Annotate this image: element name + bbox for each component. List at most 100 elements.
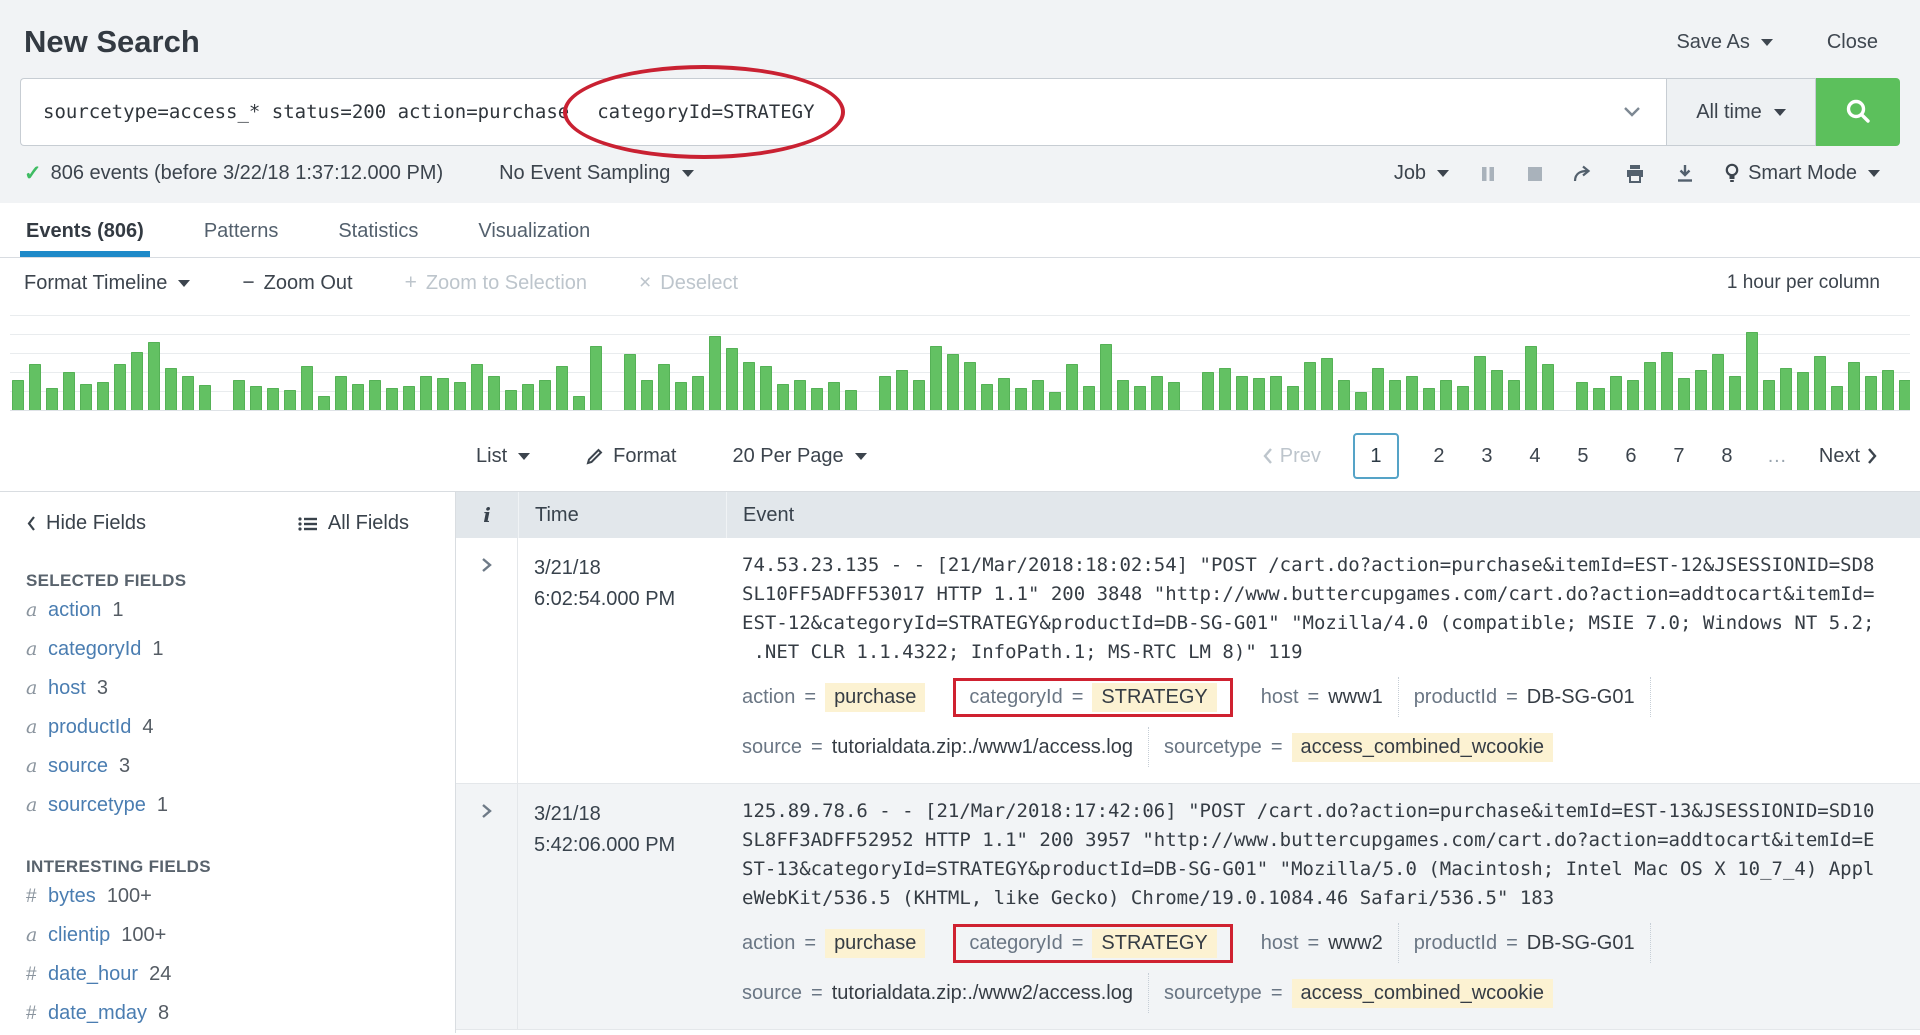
job-menu-button[interactable]: Job <box>1394 162 1449 185</box>
field-value-link[interactable]: DB-SG-G01 <box>1527 932 1635 955</box>
histogram-bar[interactable] <box>1406 376 1418 410</box>
export-download-icon[interactable] <box>1675 164 1695 183</box>
next-page-button[interactable]: Next <box>1819 445 1878 468</box>
field-value-link[interactable]: DB-SG-G01 <box>1527 686 1635 709</box>
histogram-bar[interactable] <box>1797 372 1809 410</box>
histogram-bar[interactable] <box>1746 332 1758 410</box>
histogram-bar[interactable] <box>794 380 806 410</box>
field-name-link[interactable]: action <box>742 932 795 955</box>
histogram-bar[interactable] <box>1015 388 1027 410</box>
histogram-bar[interactable] <box>29 364 41 410</box>
histogram-bar[interactable] <box>148 342 160 410</box>
histogram-bar[interactable] <box>420 376 432 410</box>
histogram-bar[interactable] <box>1627 380 1639 410</box>
page-link-5[interactable]: 5 <box>1575 445 1591 468</box>
histogram-bar[interactable] <box>590 346 602 410</box>
field-item-date-mday[interactable]: #date_mday8 <box>26 994 455 1033</box>
stop-job-icon[interactable] <box>1527 166 1543 182</box>
field-value-link[interactable]: www1 <box>1328 686 1382 709</box>
field-item-productid[interactable]: aproductId4 <box>26 708 455 747</box>
histogram-bar[interactable] <box>1814 356 1826 410</box>
histogram-bar[interactable] <box>1287 386 1299 410</box>
field-value-link[interactable]: access_combined_wcookie <box>1292 979 1553 1008</box>
field-name-link[interactable]: source <box>742 736 802 759</box>
tab-events-806[interactable]: Events (806) <box>20 203 150 257</box>
field-value-link[interactable]: access_combined_wcookie <box>1292 733 1553 762</box>
histogram-bar[interactable] <box>1066 364 1078 410</box>
histogram-bar[interactable] <box>267 388 279 410</box>
field-name-link[interactable]: sourcetype <box>1164 982 1262 1005</box>
page-current[interactable]: 1 <box>1353 433 1399 479</box>
histogram-bar[interactable] <box>743 362 755 410</box>
field-item-clientip[interactable]: aclientip100+ <box>26 916 455 955</box>
histogram-bar[interactable] <box>471 364 483 410</box>
event-sampling-dropdown[interactable]: No Event Sampling <box>499 162 694 185</box>
field-name-link[interactable]: productId <box>1414 686 1497 709</box>
histogram-bar[interactable] <box>573 396 585 410</box>
field-item-source[interactable]: asource3 <box>26 747 455 786</box>
histogram-bar[interactable] <box>964 362 976 410</box>
histogram-bar[interactable] <box>250 386 262 410</box>
page-link-7[interactable]: 7 <box>1671 445 1687 468</box>
histogram-bar[interactable] <box>1321 358 1333 410</box>
share-icon[interactable] <box>1573 165 1595 183</box>
histogram-bar[interactable] <box>505 390 517 410</box>
histogram-bar[interactable] <box>63 372 75 410</box>
field-name-link[interactable]: sourcetype <box>1164 736 1262 759</box>
histogram-bar[interactable] <box>726 348 738 410</box>
histogram-bar[interactable] <box>488 376 500 410</box>
histogram-bar[interactable] <box>522 384 534 410</box>
histogram-bar[interactable] <box>437 378 449 410</box>
histogram-bar[interactable] <box>896 370 908 410</box>
histogram-bar[interactable] <box>1678 378 1690 410</box>
histogram-bar[interactable] <box>1899 380 1910 410</box>
histogram-bar[interactable] <box>1032 380 1044 410</box>
field-item-categoryid[interactable]: acategoryId1 <box>26 630 455 669</box>
search-query-input[interactable]: sourcetype=access_* status=200 action=pu… <box>20 78 1666 146</box>
histogram-bar[interactable] <box>1134 386 1146 410</box>
histogram-bar[interactable] <box>1610 376 1622 410</box>
format-timeline-button[interactable]: Format Timeline <box>24 271 190 295</box>
print-icon[interactable] <box>1625 164 1645 183</box>
search-mode-button[interactable]: Smart Mode <box>1725 162 1880 185</box>
histogram-bar[interactable] <box>1457 386 1469 410</box>
field-item-action[interactable]: aaction1 <box>26 591 455 630</box>
histogram-bar[interactable] <box>556 366 568 410</box>
event-expander[interactable] <box>456 538 518 783</box>
histogram-bar[interactable] <box>12 380 24 410</box>
per-page-dropdown[interactable]: 20 Per Page <box>732 445 866 468</box>
field-name-link[interactable]: source <box>742 982 802 1005</box>
histogram-bar[interactable] <box>675 382 687 410</box>
all-fields-button[interactable]: All Fields <box>298 512 409 535</box>
histogram-bar[interactable] <box>114 364 126 410</box>
histogram-bar[interactable] <box>1117 380 1129 410</box>
histogram-bar[interactable] <box>1151 376 1163 410</box>
histogram-bar[interactable] <box>386 388 398 410</box>
view-type-dropdown[interactable]: List <box>476 445 530 468</box>
page-link-3[interactable]: 3 <box>1479 445 1495 468</box>
field-value-link[interactable]: tutorialdata.zip:./www2/access.log <box>832 982 1133 1005</box>
histogram-bar[interactable] <box>879 376 891 410</box>
histogram-bar[interactable] <box>335 376 347 410</box>
field-value-link[interactable]: www2 <box>1328 932 1382 955</box>
histogram-bar[interactable] <box>913 380 925 410</box>
histogram-bar[interactable] <box>1712 354 1724 410</box>
histogram-bar[interactable] <box>1593 388 1605 410</box>
histogram-bar[interactable] <box>981 384 993 410</box>
tab-statistics[interactable]: Statistics <box>332 203 424 257</box>
field-item-bytes[interactable]: #bytes100+ <box>26 877 455 916</box>
field-value-link[interactable]: purchase <box>825 683 925 712</box>
tab-visualization[interactable]: Visualization <box>472 203 596 257</box>
hide-fields-button[interactable]: Hide Fields <box>26 512 146 535</box>
histogram-bar[interactable] <box>1491 370 1503 410</box>
event-time-cell[interactable]: 3/21/186:02:54.000 PM <box>518 538 726 783</box>
page-link-2[interactable]: 2 <box>1431 445 1447 468</box>
histogram-bar[interactable] <box>1474 356 1486 410</box>
save-as-button[interactable]: Save As <box>1676 31 1772 54</box>
histogram-bar[interactable] <box>1780 368 1792 410</box>
histogram-bar[interactable] <box>301 366 313 410</box>
histogram-bar[interactable] <box>1882 370 1894 410</box>
pause-job-icon[interactable] <box>1479 165 1497 183</box>
histogram-bar[interactable] <box>352 384 364 410</box>
field-name-link[interactable]: productId <box>1414 932 1497 955</box>
